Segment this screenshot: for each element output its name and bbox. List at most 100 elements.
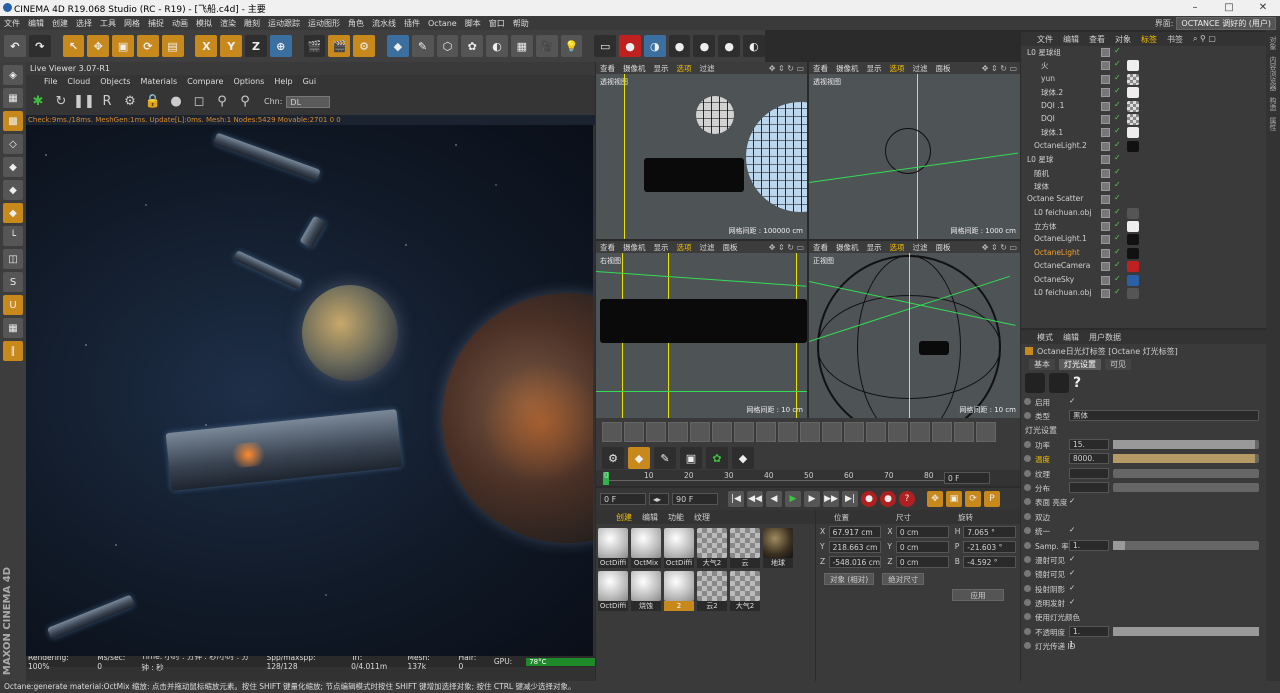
render-image[interactable] <box>26 125 593 656</box>
lv-menu-item[interactable]: Objects <box>100 77 130 86</box>
object-manager-tools[interactable]: ⌕ ⚲ ▢ <box>1193 34 1216 44</box>
checkbox[interactable]: ✓ <box>1069 496 1075 505</box>
enabled-check[interactable]: ✓ <box>1114 100 1121 109</box>
material-tab[interactable]: 编辑 <box>642 512 658 523</box>
viewport-menu-item[interactable]: 选项 <box>677 63 692 74</box>
object-row[interactable]: OctaneLight.2 ✓ <box>1021 140 1266 153</box>
object-manager-tab[interactable]: 文件 <box>1037 34 1053 45</box>
animate-radio[interactable] <box>1024 498 1031 506</box>
material-tag-icon[interactable] <box>1127 288 1139 300</box>
lv-menu-item[interactable]: Options <box>233 77 264 86</box>
play-icon[interactable]: ▶ <box>785 491 801 507</box>
coord-mode-dropdown[interactable]: 对象 (相对) <box>824 573 875 585</box>
viewport-menu-item[interactable]: 摄像机 <box>623 63 646 74</box>
checkbox[interactable]: ✓ <box>1069 583 1075 592</box>
tweak-mode-icon[interactable]: ◫ <box>3 249 23 269</box>
menu-item[interactable]: 帮助 <box>513 18 529 29</box>
material-tag-icon[interactable] <box>1127 113 1139 125</box>
size-field[interactable]: 0 cm <box>895 525 949 538</box>
menu-item[interactable]: 编辑 <box>28 18 44 29</box>
value-field[interactable] <box>1069 481 1109 493</box>
material-tag-icon[interactable] <box>1127 234 1139 246</box>
value-field[interactable]: 15. <box>1069 438 1109 450</box>
channel-dropdown[interactable]: DL <box>286 95 331 108</box>
animate-radio[interactable] <box>1024 613 1031 621</box>
enabled-check[interactable]: ✓ <box>1114 153 1121 162</box>
snap-icon[interactable]: S <box>3 272 23 292</box>
coordinate-system-icon[interactable]: ⊕ <box>269 35 292 57</box>
tool-icon[interactable] <box>822 422 842 442</box>
enabled-check[interactable]: ✓ <box>1114 193 1121 202</box>
viewport-menu-item[interactable]: 显示 <box>654 242 669 253</box>
visibility-flag[interactable] <box>1101 88 1110 98</box>
enabled-check[interactable]: ✓ <box>1114 287 1121 296</box>
visibility-flag[interactable] <box>1101 114 1110 124</box>
material-tab[interactable]: 创建 <box>616 512 632 523</box>
tool-icon[interactable] <box>976 422 996 442</box>
object-row[interactable]: OctaneLight ✓ <box>1021 247 1266 260</box>
material-item[interactable]: 大气2 <box>697 528 727 568</box>
side-tab[interactable]: 对象 <box>1268 36 1278 50</box>
checkbox[interactable]: 1 <box>1069 640 1074 649</box>
subdivision-icon[interactable]: ⬡ <box>436 35 459 57</box>
render-picture-viewer-icon[interactable]: 🎬 <box>328 35 351 57</box>
animate-radio[interactable] <box>1024 412 1031 420</box>
light-preview-icon[interactable] <box>1025 373 1045 393</box>
x-axis-lock-icon[interactable]: X <box>195 35 218 57</box>
material-tag-icon[interactable] <box>1127 73 1139 85</box>
enabled-check[interactable]: ✓ <box>1114 140 1121 149</box>
viewport-menu-item[interactable]: 面板 <box>936 242 951 253</box>
menu-item[interactable]: 渲染 <box>220 18 236 29</box>
next-key-icon[interactable]: ▶▶ <box>823 491 839 507</box>
viewport-menu-item[interactable]: 过滤 <box>913 242 928 253</box>
cube-primitive-icon[interactable]: ◆ <box>386 35 409 57</box>
animate-radio[interactable] <box>1024 541 1031 549</box>
viewport-menu-item[interactable]: 显示 <box>867 242 882 253</box>
magnet-icon[interactable]: U <box>3 295 23 315</box>
position-field[interactable]: 218.663 cm <box>828 540 882 553</box>
enabled-check[interactable]: ✓ <box>1114 220 1121 229</box>
render-view-icon[interactable]: 🎬 <box>303 35 326 57</box>
animate-radio[interactable] <box>1024 555 1031 563</box>
auto-key-icon[interactable]: ● <box>880 491 896 507</box>
octane-sphere-icon-2[interactable]: ● <box>693 35 716 57</box>
material-item[interactable]: 2 <box>664 571 694 611</box>
tool-icon[interactable] <box>646 422 666 442</box>
scale-key-icon[interactable]: ▣ <box>946 491 962 507</box>
paint-tool-icon[interactable]: ◆ <box>732 447 754 469</box>
material-item[interactable]: OctMix <box>631 528 661 568</box>
material-tag-icon[interactable] <box>1127 140 1139 152</box>
pick-material-icon[interactable]: ⚲ <box>237 94 253 110</box>
enabled-check[interactable]: ✓ <box>1114 167 1121 176</box>
enabled-check[interactable]: ✓ <box>1114 274 1121 283</box>
tool-icon[interactable] <box>624 422 644 442</box>
visibility-flag[interactable] <box>1101 289 1110 299</box>
enabled-check[interactable]: ✓ <box>1114 46 1121 55</box>
go-to-end-icon[interactable]: ▶| <box>842 491 858 507</box>
lv-menu-item[interactable]: Materials <box>140 77 177 86</box>
viewport-menu-item[interactable]: 摄像机 <box>836 242 859 253</box>
animate-radio[interactable] <box>1024 570 1031 578</box>
tool-icon[interactable] <box>932 422 952 442</box>
viewport-perspective-2[interactable]: 查看 摄像机 显示 选项 过滤 面板 ✥ ⇕ ↻ ▭ 透视视图 网格间距 : 1000 cm <box>809 62 1020 239</box>
menu-item[interactable]: 文件 <box>4 18 20 29</box>
animate-radio[interactable] <box>1024 512 1031 520</box>
tool-icon[interactable] <box>668 422 688 442</box>
move-icon[interactable]: ✥ <box>87 35 110 57</box>
value-field[interactable]: 1. <box>1069 539 1109 551</box>
octane-render-icon[interactable]: ● <box>619 35 641 57</box>
enabled-check[interactable]: ✓ <box>1114 86 1121 95</box>
enabled-check[interactable]: ✓ <box>1114 233 1121 242</box>
animate-radio[interactable] <box>1024 599 1031 607</box>
value-slider[interactable] <box>1113 626 1259 636</box>
layout-selector[interactable]: 界面: OCTANCE 调好的 (用户) <box>1155 16 1276 30</box>
frame-stepper[interactable]: ◂▸ <box>649 493 669 505</box>
enabled-check[interactable]: ✓ <box>1114 126 1121 135</box>
lv-menu-item[interactable]: Help <box>274 77 292 86</box>
visibility-flag[interactable] <box>1101 48 1110 57</box>
record-icon[interactable]: ● <box>861 491 877 507</box>
viewport-menu-item[interactable]: 查看 <box>813 242 828 253</box>
menu-item[interactable]: 角色 <box>348 18 364 29</box>
object-row[interactable]: 球体 ✓ <box>1021 180 1266 193</box>
tool-icon[interactable] <box>734 422 754 442</box>
